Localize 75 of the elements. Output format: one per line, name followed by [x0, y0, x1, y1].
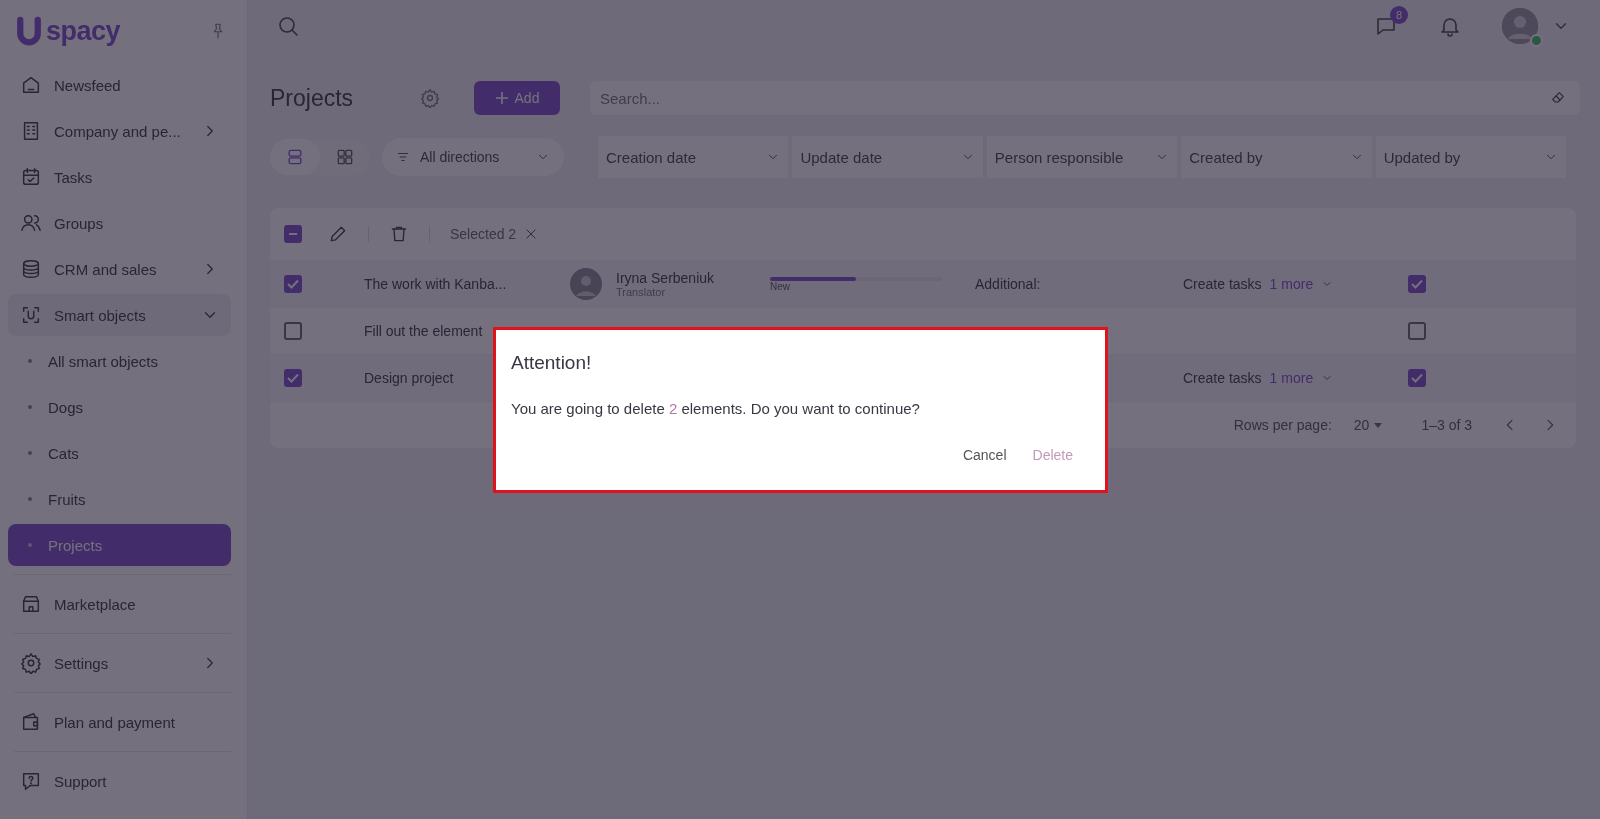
sidebar-subitem[interactable]: Fruits: [8, 478, 231, 520]
checkbox[interactable]: [1408, 322, 1426, 340]
check-icon: [1411, 279, 1423, 289]
stage-label: New: [770, 280, 791, 292]
check-icon: [1411, 373, 1423, 383]
person-name: Iryna Serbeniuk: [616, 270, 715, 286]
settings-icon: [20, 652, 42, 674]
checkbox[interactable]: [284, 225, 302, 243]
frame-icon: [20, 304, 42, 326]
dialog-message: You are going to delete 2 elements. Do you want to continue?: [511, 400, 921, 417]
checkbox[interactable]: [1408, 275, 1426, 293]
notification-badge: 8: [1390, 6, 1408, 24]
person-avatar: [570, 268, 602, 300]
help-bubble-icon: [20, 770, 42, 792]
delete-button[interactable]: Delete: [1030, 443, 1075, 467]
sidebar-item[interactable]: Support: [8, 760, 231, 802]
project-name[interactable]: The work with Kanba...: [364, 276, 570, 292]
filter-select[interactable]: Update date: [792, 136, 983, 178]
sidebar-subitem[interactable]: Projects: [8, 524, 231, 566]
filter-select[interactable]: Created by: [1181, 136, 1372, 178]
directions-select[interactable]: All directions: [382, 138, 564, 176]
plus-icon: [494, 91, 509, 105]
sidebar-subitem[interactable]: All smart objects: [8, 340, 231, 382]
sidebar-item[interactable]: Tasks: [8, 156, 231, 198]
logo-text: spacy: [46, 15, 121, 47]
table-cell-text: Additional:: [975, 276, 1042, 292]
sidebar-item[interactable]: Company and pe...: [8, 110, 231, 152]
pencil-icon[interactable]: [328, 224, 348, 244]
filter-select[interactable]: Person responsible: [986, 136, 1178, 178]
checkbox[interactable]: [284, 275, 302, 293]
filter-select[interactable]: Creation date: [598, 136, 789, 178]
logo-icon: [14, 14, 44, 48]
store-icon: [20, 593, 42, 615]
page-range: 1–3 of 3: [1421, 417, 1472, 433]
sidebar-item[interactable]: Marketplace: [8, 583, 231, 625]
caret-icon: [1373, 420, 1384, 430]
cancel-button[interactable]: Cancel: [960, 443, 1009, 467]
home-icon: [20, 74, 42, 96]
filter-select[interactable]: Updated by: [1375, 136, 1567, 178]
sidebar-subitem[interactable]: Dogs: [8, 386, 231, 428]
page-title: Projects: [270, 84, 355, 112]
coin-stack-icon: [20, 258, 42, 280]
sidebar-item[interactable]: Plan and payment: [8, 701, 231, 743]
dialog-title: Attention!: [511, 352, 593, 374]
people-icon: [20, 212, 42, 234]
close-icon[interactable]: [524, 227, 539, 241]
sidebar-item[interactable]: Smart objects: [8, 294, 231, 336]
check-icon: [287, 279, 299, 289]
table-cell: Create tasks: [1183, 276, 1262, 292]
more-link[interactable]: 1 more: [1269, 370, 1314, 386]
selection-count: Selected 2: [450, 226, 517, 242]
grid-view-icon: [335, 147, 355, 167]
checkbox[interactable]: [284, 369, 302, 387]
settings-icon[interactable]: [420, 88, 440, 108]
user-avatar[interactable]: [1502, 8, 1538, 44]
check-icon: [287, 373, 299, 383]
sidebar-item[interactable]: CRM and sales: [8, 248, 231, 290]
table-cell: Create tasks: [1183, 370, 1262, 386]
search-icon[interactable]: [276, 14, 300, 38]
sidebar-item[interactable]: Newsfeed: [8, 64, 231, 106]
rows-per-page-label: Rows per page:: [1233, 417, 1332, 433]
minus-icon: [288, 233, 298, 235]
sidebar-item[interactable]: Settings: [8, 642, 231, 684]
rows-view-icon: [285, 147, 305, 167]
add-button[interactable]: Add: [474, 81, 560, 115]
filter-icon: [396, 150, 410, 164]
sidebar-item[interactable]: Groups: [8, 202, 231, 244]
checkbox[interactable]: [1408, 369, 1426, 387]
view-toggle[interactable]: [270, 139, 320, 175]
calendar-icon: [20, 166, 42, 188]
trash-icon[interactable]: [389, 224, 409, 244]
rows-per-page-select[interactable]: 20: [1353, 417, 1384, 433]
checkbox[interactable]: [284, 322, 302, 340]
more-link[interactable]: 1 more: [1269, 276, 1314, 292]
sidebar-subitem[interactable]: Cats: [8, 432, 231, 474]
